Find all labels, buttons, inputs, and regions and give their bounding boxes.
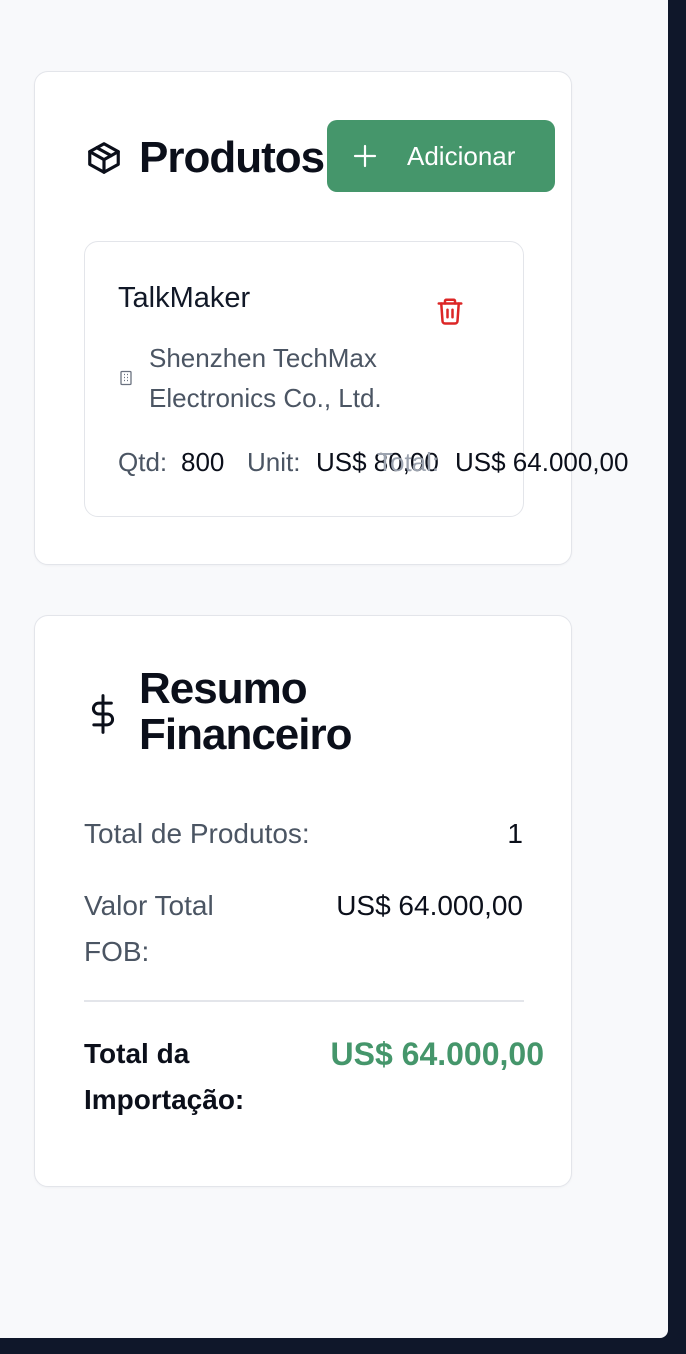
add-product-button[interactable]: Adicionar bbox=[327, 120, 555, 192]
products-title: Produtos bbox=[139, 133, 325, 182]
summary-divider bbox=[84, 1000, 524, 1002]
import-total-label: Total da Importação: bbox=[84, 1038, 245, 1115]
import-total-value: US$ 64.000,00 bbox=[330, 1036, 545, 1072]
fob-total-value: US$ 64.000,00 bbox=[336, 890, 523, 921]
qty-value: 800 bbox=[181, 447, 225, 477]
plus-icon bbox=[353, 144, 377, 168]
supplier-name: Shenzhen TechMax Electronics Co., Ltd. bbox=[149, 343, 382, 413]
products-card: Produtos Adicionar TalkMaker Shenzhen Te bbox=[34, 71, 628, 565]
page-surface: Produtos Adicionar TalkMaker Shenzhen Te bbox=[0, 0, 668, 1338]
trash-icon[interactable] bbox=[435, 295, 465, 327]
unit-price-label: Unit: bbox=[247, 447, 301, 477]
total-products-value: 1 bbox=[507, 818, 523, 849]
summary-title: Resumo Financeiro bbox=[139, 664, 353, 759]
item-total-label: Total: bbox=[377, 447, 440, 477]
add-button-label: Adicionar bbox=[407, 141, 516, 171]
total-products-label: Total de Produtos: bbox=[84, 818, 310, 849]
dollar-icon bbox=[91, 694, 115, 734]
building-icon bbox=[120, 370, 132, 386]
product-name: TalkMaker bbox=[118, 282, 251, 314]
product-item: TalkMaker Shenzhen TechMax Electronics C… bbox=[84, 241, 628, 517]
item-total-value: US$ 64.000,00 bbox=[455, 447, 629, 477]
qty-label: Qtd: bbox=[118, 447, 168, 477]
fob-total-label: Valor Total FOB: bbox=[84, 890, 214, 967]
package-icon bbox=[88, 142, 120, 174]
financial-summary-card: Resumo Financeiro Total de Produtos: 1 V… bbox=[34, 615, 572, 1187]
